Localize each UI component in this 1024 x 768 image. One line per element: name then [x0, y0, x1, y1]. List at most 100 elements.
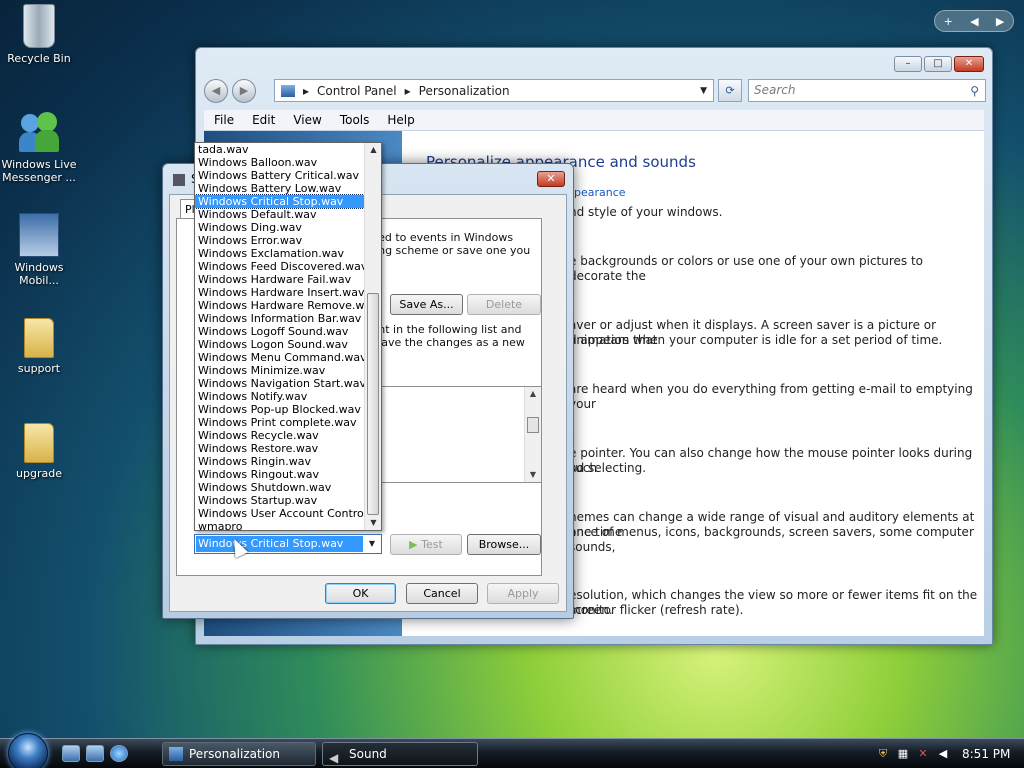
sound-list-item[interactable]: Windows Ringout.wav [195, 468, 364, 481]
sound-list-item[interactable]: Windows Critical Stop.wav [195, 194, 365, 209]
recycle-bin-icon [23, 4, 55, 48]
address-bar[interactable]: ▸ Control Panel ▸ Personalization ▼ [274, 79, 714, 102]
scroll-thumb[interactable] [527, 417, 539, 433]
description-line: vent in the following list and [365, 323, 522, 336]
menu-view[interactable]: View [293, 113, 321, 127]
sound-list-item[interactable]: Windows Ringin.wav [195, 455, 364, 468]
scroll-up-icon[interactable]: ▲ [365, 143, 381, 157]
control-panel-icon [281, 84, 295, 97]
sound-list-item[interactable]: Windows Hardware Remove.wav [195, 299, 364, 312]
desktop-icon-messenger[interactable]: Windows Live Messenger ... [0, 110, 78, 184]
sound-list-item[interactable]: Windows Logoff Sound.wav [195, 325, 364, 338]
scroll-down-icon[interactable]: ▼ [525, 468, 541, 482]
sound-list-item[interactable]: Windows Hardware Fail.wav [195, 273, 364, 286]
sound-list-item[interactable]: Windows Startup.wav [195, 494, 364, 507]
sound-list-item[interactable]: Windows Ding.wav [195, 221, 364, 234]
breadcrumb-control-panel[interactable]: Control Panel [317, 84, 397, 98]
dropdown-scrollbar[interactable]: ▲ ▼ [364, 143, 381, 530]
play-icon: ▶ [409, 538, 422, 551]
search-icon[interactable]: ⚲ [970, 81, 979, 102]
sound-list-item[interactable]: Windows Recycle.wav [195, 429, 364, 442]
sound-list-item[interactable]: Windows Pop-up Blocked.wav [195, 403, 364, 416]
sounds-combobox[interactable]: Windows Critical Stop.wav ▼ [194, 534, 382, 554]
add-gadget-button[interactable]: + [944, 15, 953, 28]
desktop-icon-label: Windows Live Messenger ... [1, 158, 77, 184]
show-desktop-icon[interactable] [62, 745, 80, 762]
menu-help[interactable]: Help [387, 113, 414, 127]
maximize-button[interactable]: □ [924, 56, 952, 72]
events-scrollbar[interactable]: ▲ ▼ [524, 387, 541, 482]
sound-list-item[interactable]: Windows Navigation Start.wav [195, 377, 364, 390]
scroll-down-icon[interactable]: ▼ [365, 516, 381, 530]
taskbar-item-personalization[interactable]: Personalization [162, 742, 316, 766]
scroll-up-icon[interactable]: ▲ [525, 387, 541, 401]
sound-list-item[interactable]: Windows Information Bar.wav [195, 312, 364, 325]
minimize-button[interactable]: – [894, 56, 922, 72]
close-button[interactable]: ✕ [954, 56, 984, 72]
network-disconnected-icon[interactable]: ✕ [916, 747, 930, 761]
description-text: monitor flicker (refresh rate). [569, 603, 744, 617]
cancel-button[interactable]: Cancel [406, 583, 478, 604]
save-as-button[interactable]: Save As... [390, 294, 463, 315]
breadcrumb-separator-icon: ▸ [303, 83, 310, 98]
sound-list-item[interactable]: Windows Default.wav [195, 208, 364, 221]
sound-list-item[interactable]: Windows Feed Discovered.wav [195, 260, 364, 273]
ok-button[interactable]: OK [325, 583, 396, 604]
delete-button[interactable]: Delete [467, 294, 541, 315]
sound-list-item[interactable]: Windows Restore.wav [195, 442, 364, 455]
sound-list-item[interactable]: Windows Notify.wav [195, 390, 364, 403]
sound-list-item[interactable]: Windows Shutdown.wav [195, 481, 364, 494]
sound-list-item[interactable]: tada.wav [195, 143, 364, 156]
speaker-icon [173, 174, 185, 186]
test-button[interactable]: ▶ Test [390, 534, 462, 555]
previous-gadget-button[interactable]: ◀ [970, 15, 978, 28]
close-button[interactable]: ✕ [537, 171, 565, 187]
desktop-icon-upgrade[interactable]: upgrade [0, 423, 78, 480]
next-gadget-button[interactable]: ▶ [996, 15, 1004, 28]
search-input[interactable]: Search ⚲ [748, 79, 986, 102]
security-shield-icon[interactable]: ⛨ [876, 747, 890, 761]
desktop-icon-windows-mobile[interactable]: Windows Mobil... [0, 213, 78, 287]
start-button[interactable] [8, 733, 48, 768]
description-line: sting scheme or save one you [365, 244, 531, 257]
network-icon[interactable]: ▦ [896, 747, 910, 761]
window-color-link[interactable]: pearance [574, 186, 626, 199]
scroll-thumb[interactable] [367, 293, 379, 515]
sound-list-item[interactable]: Windows Balloon.wav [195, 156, 364, 169]
sound-list-item[interactable]: Windows Minimize.wav [195, 364, 364, 377]
control-panel-icon [169, 747, 183, 761]
sound-list-item[interactable]: Windows User Account Control.wav [195, 507, 364, 520]
browse-button[interactable]: Browse... [467, 534, 541, 555]
taskbar-item-sound[interactable]: ◀ Sound [322, 742, 478, 766]
sound-list-item[interactable]: wmapro [195, 520, 364, 530]
menu-tools[interactable]: Tools [340, 113, 370, 127]
sound-list-item[interactable]: Windows Error.wav [195, 234, 364, 247]
sound-list-item[interactable]: Windows Print complete.wav [195, 416, 364, 429]
sound-list-item[interactable]: Windows Menu Command.wav [195, 351, 364, 364]
volume-muted-icon[interactable]: ◀ [936, 747, 950, 761]
scheme-description: plied to events in Windows sting scheme … [365, 231, 530, 257]
refresh-button[interactable]: ⟳ [718, 79, 742, 102]
breadcrumb-personalization[interactable]: Personalization [419, 84, 510, 98]
description-text: are heard when you do everything from ge… [569, 382, 973, 411]
sound-list-item[interactable]: Windows Battery Critical.wav [195, 169, 364, 182]
description-text: e backgrounds or colors or use one of yo… [569, 254, 924, 283]
forward-button[interactable]: ▶ [232, 79, 256, 103]
menu-file[interactable]: File [214, 113, 234, 127]
sound-list-item[interactable]: Windows Exclamation.wav [195, 247, 364, 260]
internet-explorer-icon[interactable] [110, 745, 128, 762]
apply-button[interactable]: Apply [487, 583, 559, 604]
menu-edit[interactable]: Edit [252, 113, 275, 127]
sounds-dropdown-list[interactable]: tada.wav Windows Balloon.wav Windows Batte… [194, 142, 382, 531]
desktop-icon-recycle-bin[interactable]: Recycle Bin [0, 4, 78, 65]
sound-list-item[interactable]: Windows Battery Low.wav [195, 182, 364, 195]
desktop-icon-support[interactable]: support [0, 318, 78, 375]
sound-list-item[interactable]: Windows Logon Sound.wav [195, 338, 364, 351]
program-events-list[interactable]: ▲ ▼ [380, 386, 542, 483]
address-dropdown-icon[interactable]: ▼ [700, 86, 707, 96]
switch-windows-icon[interactable] [86, 745, 104, 762]
sound-list-item[interactable]: Windows Hardware Insert.wav [195, 286, 364, 299]
clock[interactable]: 8:51 PM [962, 747, 1010, 761]
chevron-down-icon[interactable]: ▼ [365, 537, 379, 551]
back-button[interactable]: ◀ [204, 79, 228, 103]
